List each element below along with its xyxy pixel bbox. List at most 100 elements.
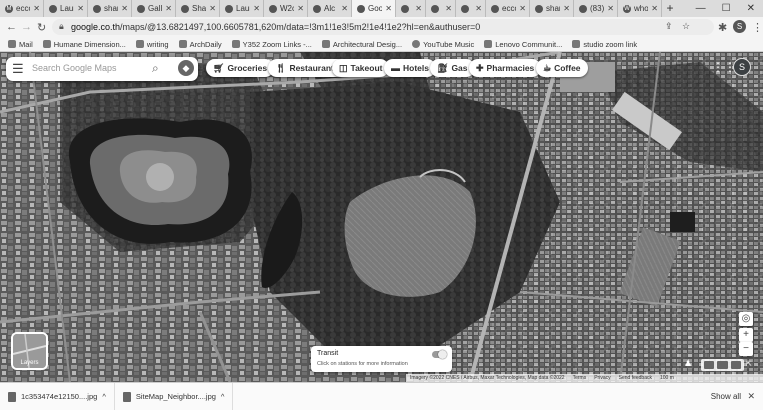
extensions-icon[interactable]: ✱	[718, 21, 727, 34]
expand-icon[interactable]: ⇱	[746, 360, 752, 368]
close-tab-icon[interactable]: ✕	[445, 4, 452, 13]
folder-icon	[135, 40, 144, 48]
tab[interactable]: ecco✕	[486, 0, 530, 17]
bookmark-item[interactable]: Humane Dimension...	[42, 40, 126, 49]
zoom-in-button[interactable]: +	[739, 328, 753, 342]
close-tab-icon[interactable]: ✕	[563, 4, 570, 13]
tab[interactable]: ✕	[426, 0, 456, 17]
fork-knife-icon: 🍴︎	[275, 62, 287, 73]
tab[interactable]: ✕	[396, 0, 426, 17]
tab[interactable]: W2c✕	[264, 0, 308, 17]
close-tab-icon[interactable]: ✕	[165, 4, 172, 13]
view-thumb[interactable]	[704, 361, 715, 369]
close-tab-icon[interactable]: ✕	[121, 4, 128, 13]
close-icon[interactable]: ✕	[747, 391, 755, 402]
close-tab-icon[interactable]: ✕	[77, 4, 84, 13]
chip-takeout[interactable]: ◫ Takeout	[332, 59, 390, 77]
bookmarks-bar: Mail Humane Dimension... writing ArchDai…	[0, 37, 763, 52]
tab[interactable]: (83) ✕	[574, 0, 618, 17]
tab[interactable]: Laun✕	[220, 0, 264, 17]
pegman-icon[interactable]: ♟︎	[684, 358, 692, 369]
view-thumb[interactable]	[717, 361, 728, 369]
close-tab-icon[interactable]: ✕	[33, 4, 40, 13]
kebab-menu-icon[interactable]: ⋮	[752, 21, 763, 34]
feedback-link[interactable]: Send feedback	[619, 375, 652, 381]
maximize-icon[interactable]: ☐	[722, 3, 731, 14]
close-tab-icon[interactable]: ✕	[385, 4, 392, 13]
chip-gas[interactable]: ⛽︎ Gas	[430, 59, 475, 77]
close-tab-icon[interactable]: ✕	[341, 4, 348, 13]
search-icon[interactable]: ⌕	[152, 61, 159, 76]
account-avatar[interactable]: S	[733, 58, 751, 76]
tab[interactable]: Sha ✕	[176, 0, 220, 17]
directions-icon[interactable]: ◆	[178, 60, 194, 76]
forward-icon[interactable]: →	[21, 21, 32, 33]
chip-pharmacies[interactable]: ✚ Pharmacies	[469, 59, 542, 77]
download-item[interactable]: 1c353474e12150....jpg ^	[0, 383, 115, 410]
transit-title: Transit	[317, 350, 339, 357]
coffee-icon: ☕︎	[543, 62, 552, 73]
tab[interactable]: ✕	[456, 0, 486, 17]
layers-label: Layers	[20, 360, 39, 366]
share-icon[interactable]: ⇪	[665, 21, 673, 32]
search-input[interactable]	[32, 63, 142, 73]
bookmark-item[interactable]: YouTube Music	[412, 40, 474, 49]
minimize-icon[interactable]: —	[696, 3, 706, 14]
close-window-icon[interactable]: ✕	[747, 3, 755, 14]
star-icon[interactable]: ☆	[682, 21, 690, 32]
close-tab-icon[interactable]: ✕	[519, 4, 526, 13]
bookmark-icon	[42, 40, 51, 48]
tab[interactable]: shar ✕	[530, 0, 574, 17]
terms-link[interactable]: Terms	[573, 375, 587, 381]
close-tab-icon[interactable]: ✕	[475, 4, 482, 13]
chip-hotels[interactable]: ▬ Hotels	[384, 59, 436, 77]
chip-coffee[interactable]: ☕︎ Coffee	[536, 59, 588, 77]
close-tab-icon[interactable]: ✕	[651, 4, 658, 13]
url-text[interactable]: google.co.th/maps/@13.6821497,100.660578…	[71, 22, 480, 32]
profile-avatar[interactable]: S	[733, 20, 746, 33]
reload-icon[interactable]: ↻	[37, 21, 46, 34]
file-icon	[122, 391, 131, 402]
chip-groceries[interactable]: 🛒︎ Groceries	[206, 59, 275, 77]
close-tab-icon[interactable]: ✕	[297, 4, 304, 13]
zoom-out-button[interactable]: −	[739, 342, 753, 356]
tab[interactable]: Wwho ✕	[618, 0, 662, 17]
layers-button[interactable]: Layers	[11, 332, 48, 370]
scale-label[interactable]: 100 m	[660, 375, 674, 381]
tab[interactable]: Gallo✕	[132, 0, 176, 17]
satellite-map[interactable]: ☰ ⌕ ◆ 🛒︎Groceries 🍴︎Restaurants ◫Takeout…	[0, 52, 763, 382]
my-location-icon[interactable]: ◎	[739, 312, 753, 326]
show-all-button[interactable]: Show all	[711, 392, 741, 401]
bookmark-item[interactable]: Architectural Desig...	[321, 40, 402, 49]
transit-card[interactable]: Transit Click on stations for more infor…	[311, 346, 452, 372]
tab-active[interactable]: Goo ✕	[352, 0, 396, 17]
close-tab-icon[interactable]: ✕	[209, 4, 216, 13]
transit-toggle[interactable]	[432, 350, 447, 359]
chevron-up-icon[interactable]: ^	[102, 392, 106, 401]
bookmark-item[interactable]: writing	[135, 40, 169, 49]
privacy-link[interactable]: Privacy	[594, 375, 610, 381]
view-mode-thumbnails[interactable]	[701, 359, 744, 371]
chevron-up-icon[interactable]: ^	[221, 392, 225, 401]
close-tab-icon[interactable]: ✕	[415, 4, 422, 13]
bookmark-item[interactable]: Mail	[8, 40, 33, 49]
lock-icon[interactable]: 🔒︎	[59, 21, 64, 32]
hamburger-menu-icon[interactable]: ☰	[12, 61, 24, 77]
bookmark-item[interactable]: studio zoom link	[572, 40, 637, 49]
tab[interactable]: shari✕	[88, 0, 132, 17]
address-bar[interactable]: 🔒︎ google.co.th/maps/@13.6821497,100.660…	[52, 19, 714, 35]
cart-icon: 🛒︎	[213, 62, 225, 73]
bookmark-item[interactable]: Y352 Zoom Links -...	[231, 40, 312, 49]
globe-icon	[572, 40, 581, 48]
close-tab-icon[interactable]: ✕	[253, 4, 260, 13]
download-item[interactable]: SiteMap_Neighbor....jpg ^	[115, 383, 234, 410]
new-tab-button[interactable]: +	[662, 0, 678, 17]
close-tab-icon[interactable]: ✕	[607, 4, 614, 13]
tab[interactable]: Alc ✕	[308, 0, 352, 17]
tab[interactable]: Mecco✕	[0, 0, 44, 17]
tab[interactable]: Laun✕	[44, 0, 88, 17]
view-thumb[interactable]	[730, 361, 741, 369]
back-icon[interactable]: ←	[6, 21, 17, 33]
bookmark-item[interactable]: ArchDaily	[178, 40, 222, 49]
bookmark-item[interactable]: Lenovo Communit...	[484, 40, 562, 49]
